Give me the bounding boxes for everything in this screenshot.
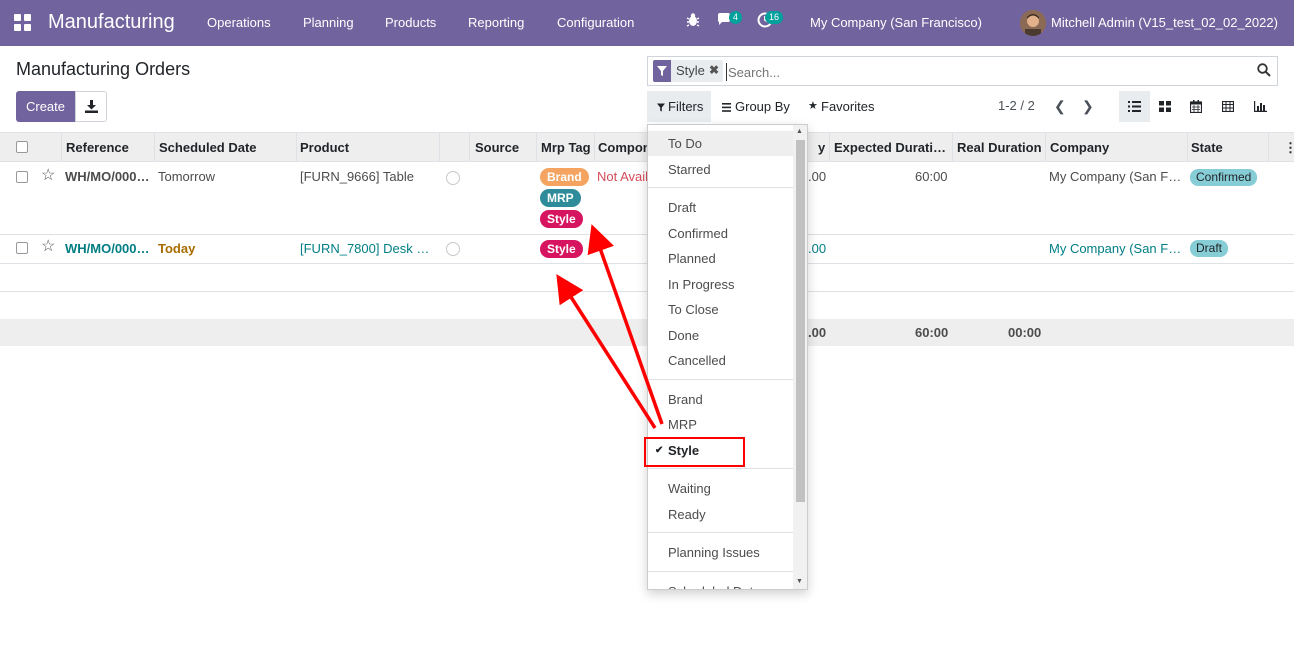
- annotation-arrows: [556, 224, 664, 429]
- annotation-arrow-to-row1-tag: [587, 224, 664, 425]
- annotation-arrow-to-row2-tag: [556, 274, 657, 429]
